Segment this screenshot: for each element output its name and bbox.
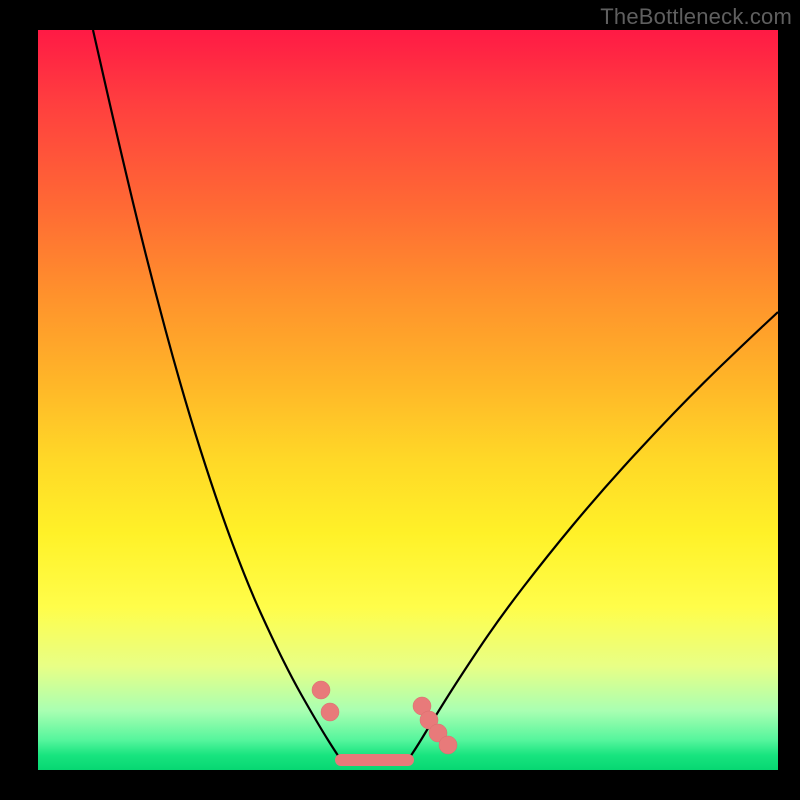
dot-cluster-left — [312, 681, 339, 721]
curve-left-branch — [93, 30, 341, 760]
dot-cluster-right — [413, 697, 457, 754]
plot-area — [38, 30, 778, 770]
data-dot — [312, 681, 330, 699]
watermark-text: TheBottleneck.com — [600, 4, 792, 30]
bottleneck-curve — [38, 30, 778, 770]
data-dot — [321, 703, 339, 721]
chart-frame: TheBottleneck.com — [0, 0, 800, 800]
curve-right-branch — [408, 312, 778, 760]
data-dot — [439, 736, 457, 754]
